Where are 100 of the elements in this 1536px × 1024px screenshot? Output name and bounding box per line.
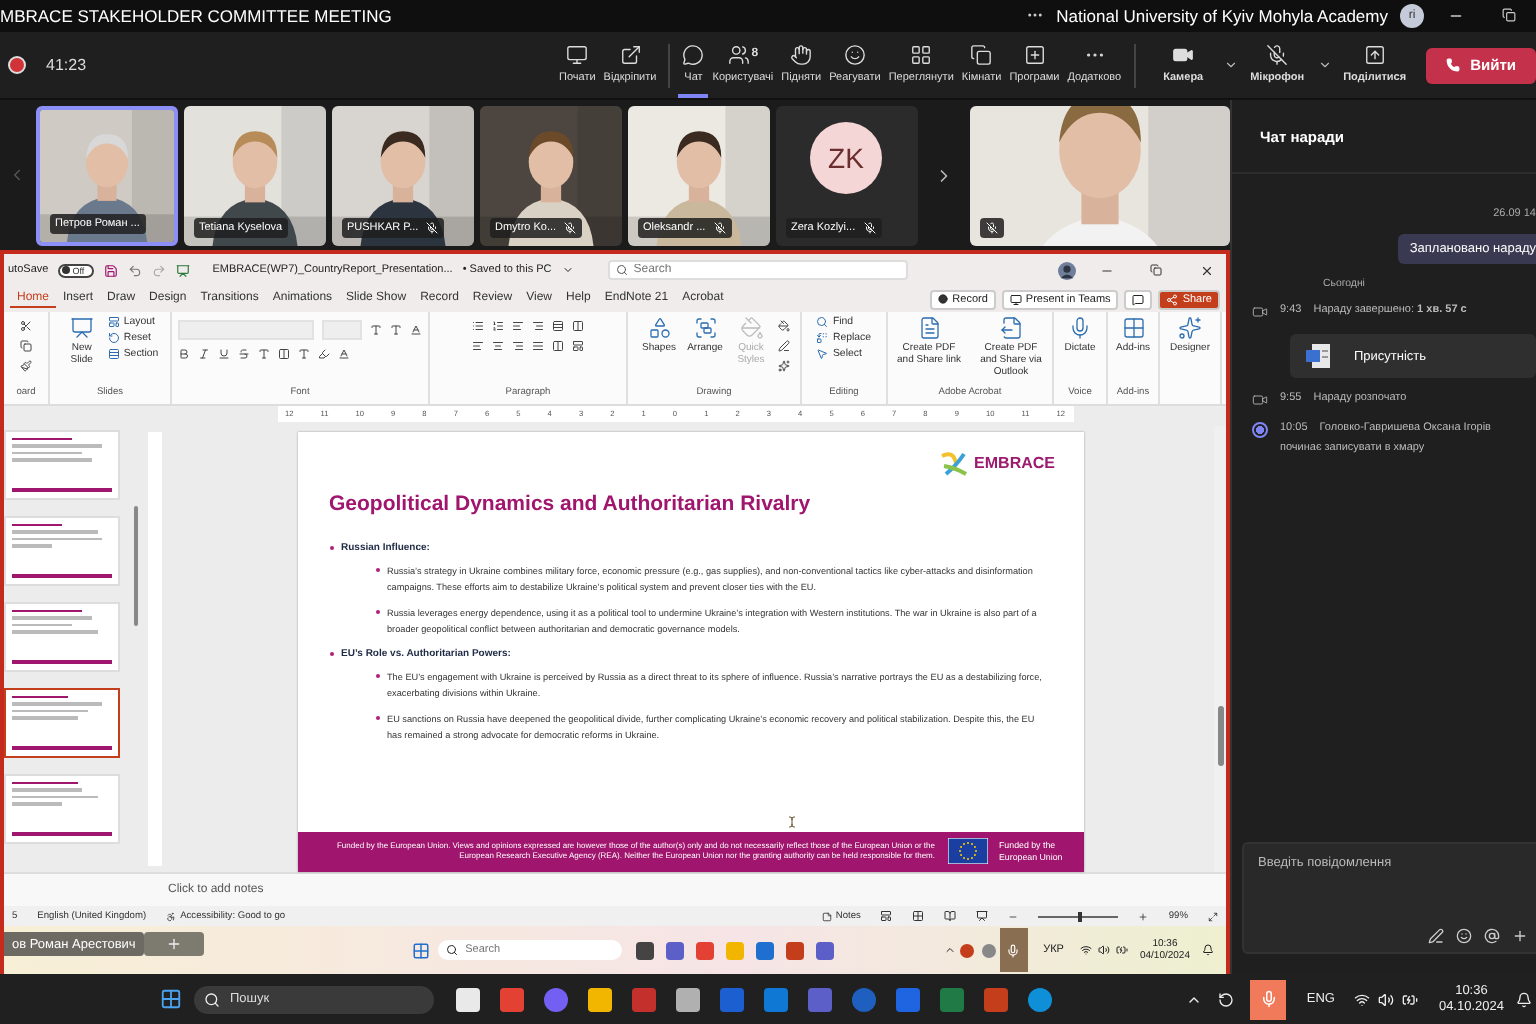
- smile-icon: [843, 43, 866, 66]
- present-icon: [1009, 293, 1022, 306]
- microphone-button[interactable]: [1250, 979, 1287, 1020]
- start-icon[interactable]: [411, 941, 430, 960]
- muted-mic-icon: [564, 221, 577, 234]
- font-size-field[interactable]: [322, 320, 362, 341]
- reading-view-icon[interactable]: [944, 910, 957, 923]
- rooms-icon: [970, 43, 993, 66]
- organization-name: National University of Kyiv Mohyla Academy: [1056, 5, 1388, 26]
- chevron-down-icon[interactable]: [1223, 58, 1238, 73]
- restore-icon: [1150, 264, 1162, 277]
- volume-icon[interactable]: [1097, 944, 1110, 957]
- add-button[interactable]: [144, 932, 204, 957]
- align-left-icon[interactable]: [472, 340, 484, 353]
- sync-icon[interactable]: [1218, 991, 1235, 1008]
- add-icon[interactable]: [1512, 928, 1528, 945]
- fit-slide-icon[interactable]: [1208, 911, 1218, 922]
- close-icon: [1199, 263, 1213, 278]
- justify-icon[interactable]: [532, 340, 544, 353]
- battery-icon[interactable]: [1402, 991, 1419, 1008]
- pop-out-icon: [619, 43, 642, 66]
- underline-icon[interactable]: [218, 348, 230, 361]
- chevron-down-icon[interactable]: [1317, 58, 1332, 73]
- align-center-icon[interactable]: [492, 340, 504, 353]
- restore-icon: [1501, 8, 1515, 23]
- shape-outline-icon[interactable]: [777, 340, 789, 353]
- meeting-title: MBRACE STAKEHOLDER COMMITTEE MEETING: [0, 5, 392, 26]
- profile-avatar-icon[interactable]: [1058, 261, 1076, 280]
- flag-icon: [947, 838, 987, 865]
- shape-effects-icon[interactable]: [777, 360, 789, 373]
- monitor-icon: [566, 43, 589, 66]
- font-name-field[interactable]: [178, 320, 314, 341]
- line-spacing-icon[interactable]: [552, 320, 564, 333]
- comments-button[interactable]: [1124, 289, 1153, 310]
- sorter-view-icon[interactable]: [912, 910, 925, 923]
- document-icon: [1306, 344, 1334, 369]
- new-slide-icon: [69, 316, 94, 341]
- cut-icon[interactable]: [20, 320, 32, 333]
- search-icon: [445, 944, 458, 957]
- columns-icon[interactable]: [552, 340, 564, 353]
- microphone-icon: [1259, 990, 1278, 1009]
- recording-icon: [1252, 422, 1268, 439]
- video-camera-icon: [1252, 392, 1268, 409]
- video-camera-icon: [1252, 304, 1268, 321]
- format-icon[interactable]: [1428, 928, 1444, 945]
- battery-icon[interactable]: [1115, 944, 1128, 957]
- muted-mic-icon: [713, 221, 726, 234]
- app-icon[interactable]: [676, 987, 700, 1012]
- format-painter-icon[interactable]: [20, 360, 32, 373]
- wifi-icon[interactable]: [1079, 944, 1092, 957]
- muted-mic-icon: [1266, 43, 1289, 66]
- plus-icon: [166, 936, 182, 953]
- notification-icon[interactable]: [1202, 944, 1214, 957]
- slideshow-icon[interactable]: [976, 910, 989, 923]
- strikethrough-icon[interactable]: [238, 348, 250, 361]
- logo-icon: [938, 449, 971, 478]
- people-icon: [727, 43, 750, 66]
- slide-thumbnail[interactable]: [4, 687, 120, 758]
- shape-fill-icon[interactable]: [777, 320, 789, 333]
- record-icon: [938, 294, 949, 305]
- notes-icon: [821, 911, 832, 922]
- highlight-icon[interactable]: [318, 348, 330, 361]
- text-cursor-icon: [785, 815, 797, 828]
- scrollbar: [134, 505, 138, 626]
- search-icon: [204, 991, 220, 1008]
- bullets-icon[interactable]: [472, 320, 484, 333]
- muted-mic-icon: [426, 221, 439, 234]
- app-icon[interactable]: [456, 987, 480, 1012]
- wifi-icon[interactable]: [1354, 991, 1371, 1008]
- chat-icon: [682, 43, 705, 66]
- copy-icon[interactable]: [20, 340, 32, 353]
- elapsed-time: 41:23: [46, 56, 87, 75]
- volume-icon[interactable]: [1378, 991, 1395, 1008]
- font-color-icon[interactable]: [338, 348, 350, 361]
- undo-icon[interactable]: [128, 263, 143, 278]
- emoji-icon[interactable]: [1456, 928, 1472, 945]
- avatar-initials: ZK: [810, 121, 882, 194]
- camera-icon: [1172, 43, 1195, 66]
- numbering-icon[interactable]: [492, 320, 504, 333]
- microphone-icon: [1006, 943, 1021, 958]
- present-icon[interactable]: [176, 263, 191, 278]
- muted-mic-icon: [863, 221, 876, 234]
- align-right-icon[interactable]: [512, 340, 524, 353]
- comment-icon: [1132, 293, 1145, 306]
- bold-icon[interactable]: [178, 348, 190, 361]
- share-icon: [1363, 43, 1386, 66]
- logo-text: EMBRACE: [974, 454, 1055, 473]
- italic-icon[interactable]: [198, 348, 210, 361]
- notification-icon[interactable]: [1516, 991, 1532, 1008]
- zoom-in-icon[interactable]: [1138, 911, 1149, 922]
- save-icon[interactable]: [104, 263, 119, 278]
- mention-icon[interactable]: [1484, 928, 1500, 945]
- phone-icon: [1446, 58, 1461, 73]
- grid-icon: [910, 43, 933, 66]
- clear-format-icon[interactable]: [410, 324, 422, 337]
- start-icon[interactable]: [160, 988, 182, 1011]
- muted-mic-icon: [986, 221, 998, 234]
- add-app-icon: [1023, 43, 1046, 66]
- accessibility-icon: [166, 911, 177, 922]
- app-icon[interactable]: [588, 987, 612, 1012]
